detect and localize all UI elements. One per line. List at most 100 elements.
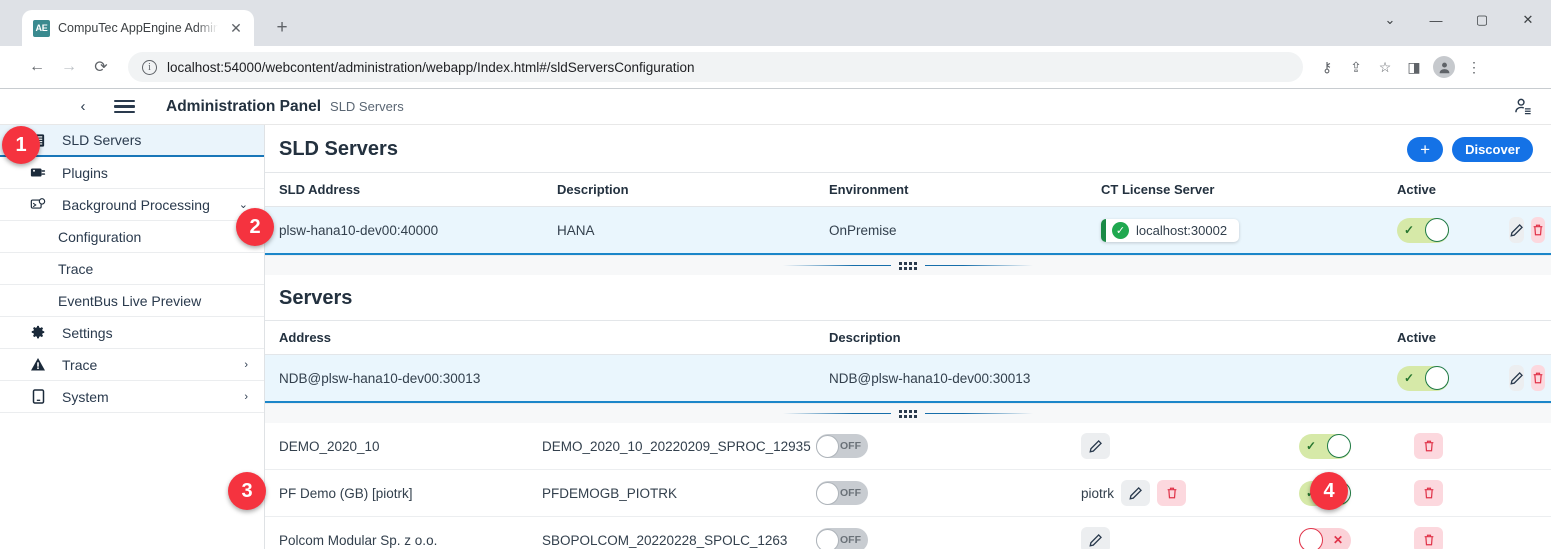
table-row[interactable]: NDB@plsw-hana10-dev00:30013 NDB@plsw-han… bbox=[265, 354, 1551, 402]
active-toggle[interactable]: ✓ bbox=[1299, 480, 1351, 506]
sidebar-item-sld-servers[interactable]: SLD Servers bbox=[0, 125, 264, 157]
site-info-icon[interactable]: i bbox=[142, 59, 157, 75]
column-header-environment: Environment bbox=[815, 173, 1087, 207]
chevron-left-icon[interactable]: ‹ bbox=[70, 98, 96, 115]
toggle-knob bbox=[1327, 434, 1351, 458]
off-toggle[interactable]: OFF bbox=[816, 528, 868, 549]
active-toggle[interactable]: ✓ bbox=[1397, 365, 1449, 391]
sidebar-item-eventbus-live-preview[interactable]: EventBus Live Preview bbox=[0, 285, 264, 317]
column-header-actions bbox=[1495, 173, 1551, 207]
address-bar[interactable]: i localhost:54000/webcontent/administrat… bbox=[128, 52, 1303, 82]
tab-close-icon[interactable]: ✕ bbox=[226, 18, 246, 38]
delete-button[interactable] bbox=[1414, 527, 1443, 549]
cell-company-description: SBOPOLCOM_20220228_SPOLC_1263 bbox=[528, 516, 802, 549]
plugin-icon bbox=[28, 165, 48, 180]
sidebar-item-label: SLD Servers bbox=[62, 132, 142, 148]
sidebar-item-label: Settings bbox=[62, 324, 113, 341]
hamburger-menu-icon[interactable] bbox=[104, 99, 144, 114]
toggle-knob bbox=[1425, 218, 1449, 242]
reload-icon[interactable]: ⟳ bbox=[86, 52, 116, 82]
sidebar-item-configuration[interactable]: Configuration bbox=[0, 221, 264, 253]
delete-button[interactable] bbox=[1531, 365, 1545, 391]
section-splitter[interactable] bbox=[265, 255, 1551, 275]
page-title: Administration Panel bbox=[166, 97, 322, 115]
new-tab-button[interactable]: + bbox=[268, 14, 296, 42]
off-toggle[interactable]: OFF bbox=[816, 481, 868, 505]
discover-button[interactable]: Discover bbox=[1452, 137, 1533, 162]
active-toggle[interactable]: ✕ bbox=[1299, 527, 1351, 549]
more-menu-icon[interactable]: ⋮ bbox=[1460, 53, 1488, 81]
column-header-sld-address: SLD Address bbox=[265, 173, 543, 207]
table-row[interactable]: PF Demo (GB) [piotrk] PFDEMOGB_PIOTRK OF… bbox=[265, 469, 1551, 517]
background-processing-icon bbox=[28, 197, 48, 212]
key-icon[interactable]: ⚷ bbox=[1313, 53, 1341, 81]
cell-company-name: PF Demo (GB) [piotrk] bbox=[265, 469, 528, 517]
drag-handle-icon[interactable] bbox=[891, 261, 925, 270]
cell-address: NDB@plsw-hana10-dev00:30013 bbox=[265, 354, 815, 402]
sld-servers-header: SLD Servers + Discover bbox=[265, 125, 1551, 173]
table-row[interactable]: Polcom Modular Sp. z o.o. SBOPOLCOM_2022… bbox=[265, 516, 1551, 549]
sidebar-item-label: System bbox=[62, 388, 109, 405]
edit-user-button[interactable] bbox=[1121, 480, 1151, 506]
share-icon[interactable]: ⇪ bbox=[1342, 53, 1370, 81]
edit-button[interactable] bbox=[1509, 217, 1524, 243]
browser-window: AE CompuTec AppEngine Administra ✕ + ⌄ —… bbox=[0, 0, 1551, 549]
column-header-active: Active bbox=[1383, 321, 1495, 355]
maximize-icon[interactable]: ▢ bbox=[1459, 0, 1505, 40]
cell-enabled-toggle: OFF bbox=[802, 516, 1067, 549]
edit-user-button[interactable] bbox=[1081, 527, 1110, 549]
companies-scroll-area[interactable]: DEMO_2020_10 DEMO_2020_10_20220209_SPROC… bbox=[265, 423, 1551, 549]
cell-company-name: DEMO_2020_10 bbox=[265, 423, 528, 470]
active-toggle[interactable]: ✓ bbox=[1299, 433, 1351, 459]
forward-icon[interactable]: → bbox=[54, 52, 84, 82]
tab-favicon: AE bbox=[33, 19, 50, 37]
cell-description: HANA bbox=[543, 206, 815, 254]
sld-servers-title: SLD Servers bbox=[279, 138, 398, 160]
toggle-check-icon: ✓ bbox=[1306, 486, 1317, 500]
delete-button[interactable] bbox=[1414, 433, 1443, 459]
cell-company-description: PFDEMOGB_PIOTRK bbox=[528, 469, 802, 517]
active-toggle[interactable]: ✓ bbox=[1397, 217, 1449, 243]
browser-tab[interactable]: AE CompuTec AppEngine Administra ✕ bbox=[22, 10, 254, 46]
cell-ct-license-server: ✓ localhost:30002 bbox=[1087, 206, 1383, 254]
toggle-label: OFF bbox=[840, 487, 861, 499]
delete-user-button[interactable] bbox=[1157, 480, 1187, 506]
minimize-icon[interactable]: — bbox=[1413, 0, 1459, 40]
column-header-ct-license-server: CT License Server bbox=[1087, 173, 1383, 207]
star-icon[interactable]: ☆ bbox=[1371, 53, 1399, 81]
section-splitter[interactable] bbox=[265, 403, 1551, 423]
sidebar-item-trace[interactable]: Trace › bbox=[0, 349, 264, 381]
table-row[interactable]: DEMO_2020_10 DEMO_2020_10_20220209_SPROC… bbox=[265, 423, 1551, 470]
chevron-down-icon[interactable]: ⌄ bbox=[1367, 0, 1413, 40]
sidebar-item-system[interactable]: System › bbox=[0, 381, 264, 413]
window-controls: ⌄ — ▢ ✕ bbox=[1367, 0, 1551, 40]
cell-active: ✓ bbox=[1285, 423, 1400, 470]
add-sld-server-button[interactable]: + bbox=[1407, 137, 1444, 162]
profile-icon[interactable] bbox=[1433, 56, 1455, 78]
app-header: ‹ Administration Panel SLD Servers bbox=[0, 89, 1551, 125]
url-text: localhost:54000/webcontent/administratio… bbox=[167, 59, 695, 75]
edit-button[interactable] bbox=[1509, 365, 1524, 391]
toggle-label: OFF bbox=[840, 534, 861, 546]
cell-user bbox=[1067, 516, 1285, 549]
off-toggle[interactable]: OFF bbox=[816, 434, 868, 458]
window-close-icon[interactable]: ✕ bbox=[1505, 0, 1551, 40]
cell-enabled-toggle: OFF bbox=[802, 469, 1067, 517]
toggle-check-icon: ✓ bbox=[1404, 371, 1415, 385]
back-icon[interactable]: ← bbox=[22, 52, 52, 82]
column-header-actions bbox=[1495, 321, 1551, 355]
sidebar-item-settings[interactable]: Settings bbox=[0, 317, 264, 349]
drag-handle-icon[interactable] bbox=[891, 409, 925, 418]
table-row[interactable]: plsw-hana10-dev00:40000 HANA OnPremise ✓… bbox=[265, 206, 1551, 254]
license-server-badge[interactable]: ✓ localhost:30002 bbox=[1101, 218, 1240, 242]
delete-button[interactable] bbox=[1414, 480, 1443, 506]
user-account-icon[interactable] bbox=[1514, 97, 1533, 116]
toggle-cross-icon: ✕ bbox=[1332, 533, 1343, 547]
side-panel-icon[interactable]: ◨ bbox=[1400, 53, 1428, 81]
sidebar-item-background-processing[interactable]: Background Processing ⌄ bbox=[0, 189, 264, 221]
delete-button[interactable] bbox=[1531, 217, 1545, 243]
sidebar-item-label: Trace bbox=[62, 356, 98, 373]
edit-user-button[interactable] bbox=[1081, 433, 1110, 459]
sidebar-item-trace-sub[interactable]: Trace bbox=[0, 253, 264, 285]
sidebar-item-plugins[interactable]: Plugins bbox=[0, 157, 264, 189]
